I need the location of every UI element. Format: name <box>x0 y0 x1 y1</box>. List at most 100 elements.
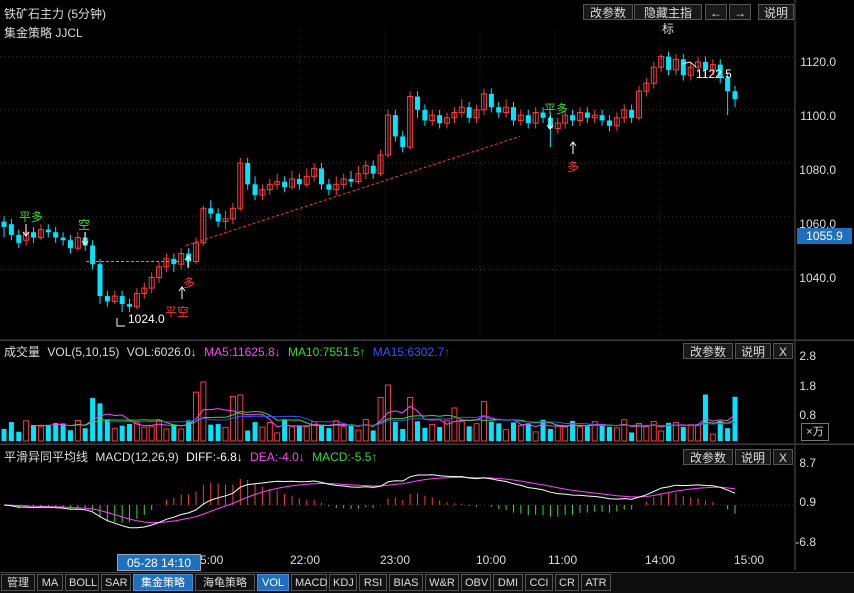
vol-unit-label: ×万 <box>801 423 829 441</box>
candle-body <box>215 213 221 222</box>
candle-body <box>496 107 502 113</box>
time-label: 5:00 <box>200 553 224 567</box>
candle-body <box>629 109 635 118</box>
candle-body <box>1 221 7 227</box>
macd-y-label: 8.7 <box>799 456 816 470</box>
candle-body <box>680 59 686 76</box>
candle-body <box>252 184 258 195</box>
time-label: 23:00 <box>380 553 411 567</box>
candle-body <box>437 115 443 124</box>
volume-name: VOL(5,10,15) <box>47 345 120 359</box>
candle-body <box>31 232 37 238</box>
vol-params-button[interactable]: 改参数 <box>683 343 733 359</box>
candle-body <box>570 115 576 121</box>
tab-ma[interactable]: MA <box>37 574 63 591</box>
volume-value: VOL:6026.0↓ <box>126 345 197 359</box>
vol-y-label: 2.8 <box>799 349 816 363</box>
tab-dmi[interactable]: DMI <box>493 574 523 591</box>
signal-short: 空 <box>78 218 91 232</box>
signal-close-short: 平空 <box>165 305 190 319</box>
vol-ma5: MA5:11625.8↓ <box>204 345 281 359</box>
candle-body <box>53 232 59 238</box>
vol-ma10: MA10:7551.5↑ <box>288 345 366 359</box>
signal-close-long: 平多 <box>19 210 44 224</box>
tab-cci[interactable]: CCI <box>525 574 553 591</box>
candle-body <box>296 179 302 185</box>
candle-body <box>60 237 66 241</box>
candle-body <box>104 296 110 302</box>
tab-jjcl[interactable]: 集金策略 <box>133 574 193 591</box>
vol-help-button[interactable]: 说明 <box>735 343 771 359</box>
current-price-tag: 1055.9 <box>797 228 852 244</box>
price-label: 1040.0 <box>799 271 836 285</box>
candle-body <box>282 181 288 187</box>
price-label: 1080.0 <box>799 163 836 177</box>
price-label: 1100.0 <box>800 109 836 123</box>
macd-diff: DIFF:-6.8↓ <box>186 450 243 464</box>
candle-body <box>319 168 325 185</box>
candle-body <box>67 240 73 249</box>
candle-body <box>45 229 51 233</box>
vol-ma15: MA15:6302.7↑ <box>372 345 451 359</box>
vol-y-label: 1.8 <box>799 379 816 393</box>
low-marker <box>116 318 125 327</box>
time-label: 10:00 <box>476 553 507 567</box>
signal-long: 多 <box>183 276 196 290</box>
candle-body <box>348 179 354 182</box>
candle-body <box>400 136 406 148</box>
vol-close-button[interactable]: X <box>773 343 793 359</box>
time-label: 22:00 <box>290 553 321 567</box>
candle-body <box>392 115 398 137</box>
candle-body <box>525 115 531 124</box>
tab-boll[interactable]: BOLL <box>65 574 99 591</box>
macd-y-label: 0.9 <box>799 495 816 509</box>
tab-obv[interactable]: OBV <box>461 574 491 591</box>
candle-body <box>97 264 103 297</box>
candle-body <box>466 107 472 118</box>
candle-body <box>422 109 428 121</box>
volume-title: 成交量 VOL(5,10,15) VOL:6026.0↓ MA5:11625.8… <box>4 343 450 360</box>
strategy-long-line <box>185 135 521 247</box>
candle-body <box>488 93 494 108</box>
price-label: 1120.0 <box>800 55 836 69</box>
candle-body <box>119 296 125 305</box>
tab-kdj[interactable]: KDJ <box>329 574 357 591</box>
macd-y-label: -6.8 <box>795 535 816 549</box>
signal-long: 多 <box>567 160 580 174</box>
tab-vol[interactable]: VOL <box>257 574 289 591</box>
candle-body <box>16 234 22 243</box>
tab-sar[interactable]: SAR <box>101 574 131 591</box>
tab-turtle[interactable]: 海龟策略 <box>195 574 255 591</box>
candle-body <box>666 56 672 70</box>
macd-value: MACD:-5.5↑ <box>312 450 378 464</box>
tab-atr[interactable]: ATR <box>581 574 611 591</box>
low-label: 1024.0 <box>128 312 165 326</box>
candle-body <box>606 120 612 126</box>
candle-body <box>370 165 376 174</box>
candle-body <box>732 91 738 100</box>
macd-dea: DEA:-4.0↓ <box>250 450 305 464</box>
candle-body <box>127 304 133 307</box>
tab-manage[interactable]: 管理 <box>1 574 35 591</box>
macd-close-button[interactable]: X <box>773 449 793 465</box>
macd-name: MACD(12,26,9) <box>95 450 179 464</box>
signal-close-long: 平多 <box>544 102 569 116</box>
tab-macd[interactable]: MACD <box>291 574 327 591</box>
macd-help-button[interactable]: 说明 <box>735 449 771 465</box>
candle-body <box>8 224 14 235</box>
candle-body <box>326 184 332 190</box>
tab-wr[interactable]: W&R <box>425 574 459 591</box>
tab-cr[interactable]: CR <box>555 574 579 591</box>
candle-body <box>245 163 251 185</box>
time-cursor-label: 05-28 14:10 <box>117 554 201 571</box>
macd-label: 平滑异同平均线 <box>4 450 89 464</box>
candle-body <box>584 112 590 118</box>
macd-params-button[interactable]: 改参数 <box>683 449 733 465</box>
high-label: 1122.5 <box>696 67 732 81</box>
tab-rsi[interactable]: RSI <box>359 574 387 591</box>
candle-body <box>208 208 214 214</box>
candle-body <box>510 107 516 121</box>
tab-bias[interactable]: BIAS <box>389 574 423 591</box>
macd-title: 平滑异同平均线 MACD(12,26,9) DIFF:-6.8↓ DEA:-4.… <box>4 448 377 465</box>
candle-body <box>599 115 605 121</box>
